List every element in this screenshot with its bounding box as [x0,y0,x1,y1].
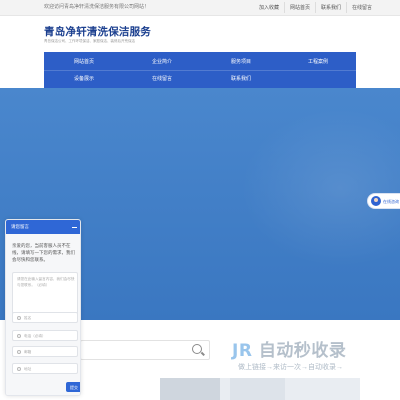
watermark: JR 自动秒收录 做上链接→来访一次→自动收录→ [232,336,382,376]
name-field[interactable]: 姓名 [12,312,78,323]
site-logo-subtitle: 青岛保洁公司、工作环境保洁、家庭保洁、装修后开荒保洁 [44,39,135,43]
add-favorite-link[interactable]: 加入收藏 [254,2,284,13]
submit-label: 提交 [70,384,78,390]
main-nav: 网站首页 企业简介 服务项目 工程案例 设备展示 在线留言 联系我们 [44,52,356,88]
nav-divider [44,70,356,71]
message-placeholder: 请您在此输入留言内容，我们会尽快与您联系。（必填） [17,277,75,287]
name-placeholder: 姓名 [24,316,32,320]
case-photo[interactable] [230,378,285,400]
message-intro: 亲爱的您，当前客服人员不在线，请填写一下您的需求，我们会尽快和您联系。 [12,243,75,262]
submit-button[interactable]: 提交 [66,382,80,392]
watermark-sub: 做上链接→来访一次→自动收录→ [238,364,343,371]
online-service-label: 在线咨询 [383,199,399,204]
message-panel-title: 请您留言 [11,224,29,229]
nav-item-about[interactable]: 企业简介 [152,58,172,65]
address-placeholder: 地址 [24,367,32,371]
message-panel: 请您留言 亲爱的您，当前客服人员不在线，请填写一下您的需求，我们会尽快和您联系。… [5,219,81,396]
banner-highlight [240,108,400,268]
user-icon [17,316,21,320]
site-logo-title[interactable]: 青岛净轩清洗保洁服务 [44,24,151,39]
top-links: 加入收藏 网站首页 联系我们 在线留言 [254,2,377,13]
welcome-text: 欢迎访问青岛净轩清洗保洁服务有限公司网站！ [44,4,150,10]
nav-item-contact[interactable]: 联系我们 [231,75,251,82]
online-service-tab[interactable]: 在线咨询 [367,193,400,209]
nav-item-equipment[interactable]: 设备展示 [74,75,94,82]
location-icon [17,367,21,371]
email-field[interactable]: 邮箱 [12,346,78,357]
email-placeholder: 邮箱 [24,350,32,354]
phone-field[interactable]: 电话（必填） [12,330,78,341]
message-link[interactable]: 在线留言 [346,2,377,13]
address-field[interactable]: 地址 [12,363,78,374]
case-photos [160,378,360,400]
phone-placeholder: 电话（必填） [24,334,46,338]
nav-item-cases[interactable]: 工程案例 [308,58,328,65]
watermark-main: JR 自动秒收录 [232,341,347,361]
mail-icon [17,350,21,354]
phone-icon [17,334,21,338]
top-bar: 欢迎访问青岛净轩清洗保洁服务有限公司网站！ 加入收藏 网站首页 联系我们 在线留… [0,0,400,16]
search-icon[interactable] [192,344,202,354]
message-panel-header: 请您留言 [6,220,80,234]
nav-item-message[interactable]: 在线留言 [152,75,172,82]
nav-item-services[interactable]: 服务项目 [231,58,251,65]
contact-link[interactable]: 联系我们 [315,2,346,13]
home-link[interactable]: 网站首页 [284,2,315,13]
nav-item-home[interactable]: 网站首页 [74,58,94,65]
agent-avatar-icon [371,196,381,206]
search-input[interactable] [80,340,210,360]
case-photo[interactable] [160,378,220,400]
minimize-icon[interactable] [72,227,77,228]
